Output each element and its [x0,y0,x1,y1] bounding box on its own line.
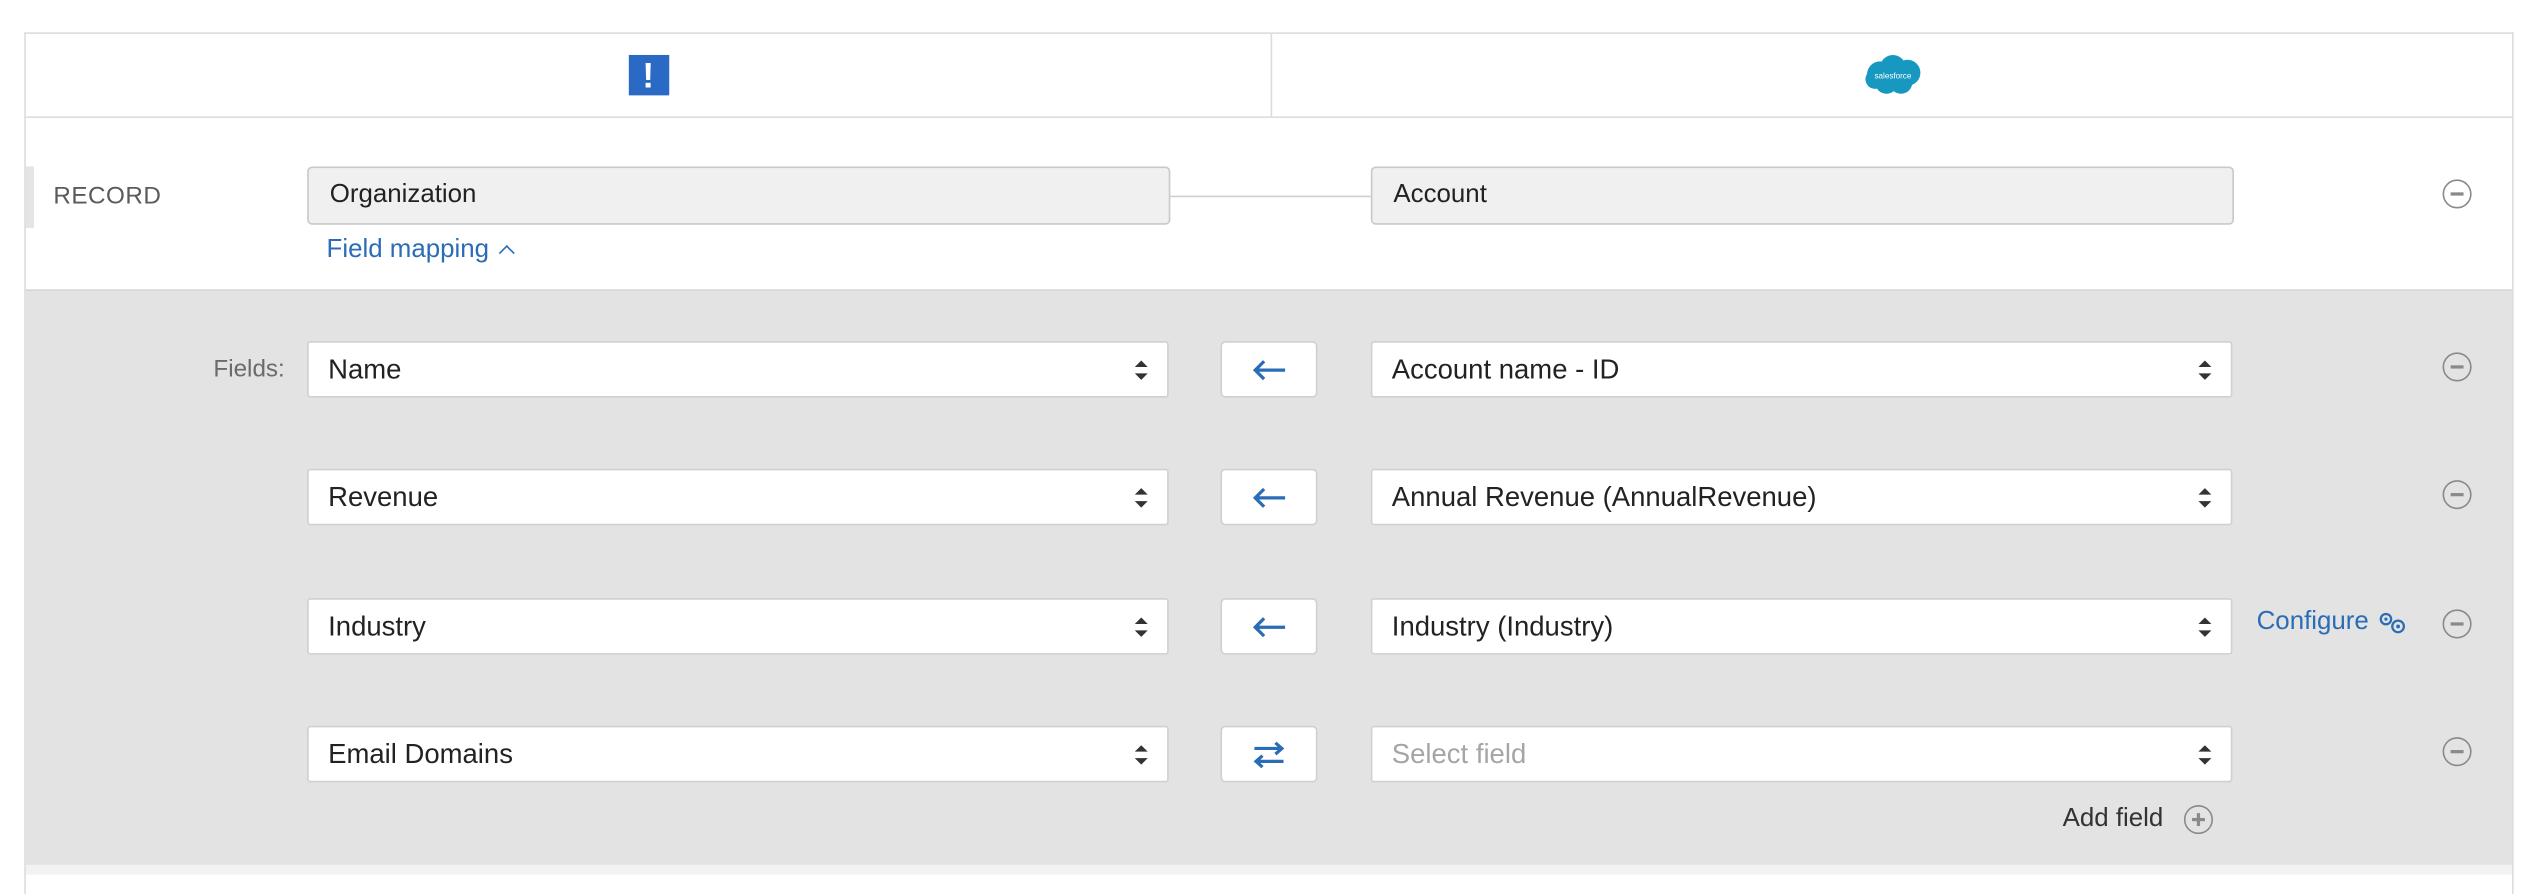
add-field-label: Add field [2062,805,2164,833]
select-arrows-icon [2198,360,2212,380]
field-mapping-toggle[interactable]: Field mapping [326,236,514,265]
target-field-placeholder: Select field [1391,738,1527,770]
remove-field-button[interactable] [2442,352,2472,382]
select-arrows-icon [2198,488,2212,508]
arrow-left-icon [1252,359,1286,380]
remove-field-button[interactable] [2442,737,2472,767]
configure-link[interactable]: Configure [2257,608,2410,637]
sync-direction-button[interactable] [1220,725,1318,783]
source-field-value: Name [328,354,402,385]
configure-label: Configure [2256,607,2369,636]
target-field-select-industry[interactable]: Industry (Industry) [1370,598,2233,655]
target-field-select-annual-revenue[interactable]: Annual Revenue (AnnualRevenue) [1370,468,2233,526]
chevron-up-icon [497,244,514,261]
select-arrows-icon [1134,617,1148,637]
select-arrows-icon [1134,360,1148,380]
bidirectional-arrows-icon [1253,740,1285,768]
sync-direction-button[interactable] [1220,598,1318,655]
exclamation-app-icon: ! [628,54,669,96]
field-mapping-label: Field mapping [326,236,489,264]
source-field-select-industry[interactable]: Industry [307,598,1169,655]
plus-circle-icon [2184,805,2214,835]
arrow-left-icon [1252,487,1286,508]
arrow-left-icon [1252,616,1286,637]
record-row-marker [25,166,34,228]
target-app-header: salesforce [1272,34,2513,116]
salesforce-cloud-icon: salesforce [1865,54,1921,94]
source-object-field[interactable]: Organization [307,166,1171,225]
remove-field-button[interactable] [2442,609,2472,639]
sync-mapping-panel: ! salesforce RECORD Organization Account [24,32,2514,894]
target-field-value: Account name - ID [1391,354,1620,385]
target-field-value: Industry (Industry) [1391,611,1614,642]
salesforce-logo-text: salesforce [1875,71,1912,80]
next-record-divider [25,864,2513,875]
add-field-button[interactable]: Add field [2062,805,2214,835]
remove-record-button[interactable] [2442,179,2472,209]
source-field-select-revenue[interactable]: Revenue [307,468,1169,526]
sync-direction-button[interactable] [1220,468,1318,526]
source-app-header: ! [26,33,1273,117]
source-field-value: Revenue [328,481,439,513]
sync-direction-button[interactable] [1220,341,1318,398]
select-arrows-icon [2198,617,2212,637]
target-field-value: Annual Revenue (AnnualRevenue) [1391,481,1817,513]
target-object-field[interactable]: Account [1370,166,2235,225]
object-connector-line [1170,195,1371,198]
remove-field-button[interactable] [2442,480,2472,510]
target-field-select-account-name[interactable]: Account name - ID [1370,341,2233,398]
select-arrows-icon [1134,488,1148,508]
source-field-select-email-domains[interactable]: Email Domains [307,725,1169,783]
record-label: RECORD [53,182,162,211]
gears-icon [2380,612,2406,634]
source-field-select-name[interactable]: Name [307,341,1169,398]
field-mapping-section: Fields: Name Account name - ID Revenue A… [25,289,2513,867]
source-field-value: Industry [328,611,426,642]
select-arrows-icon [1134,745,1148,765]
header-divider [25,116,2513,119]
source-field-value: Email Domains [328,738,513,770]
target-field-select-empty[interactable]: Select field [1370,725,2233,783]
select-arrows-icon [2198,745,2212,765]
fields-label: Fields: [213,355,285,384]
